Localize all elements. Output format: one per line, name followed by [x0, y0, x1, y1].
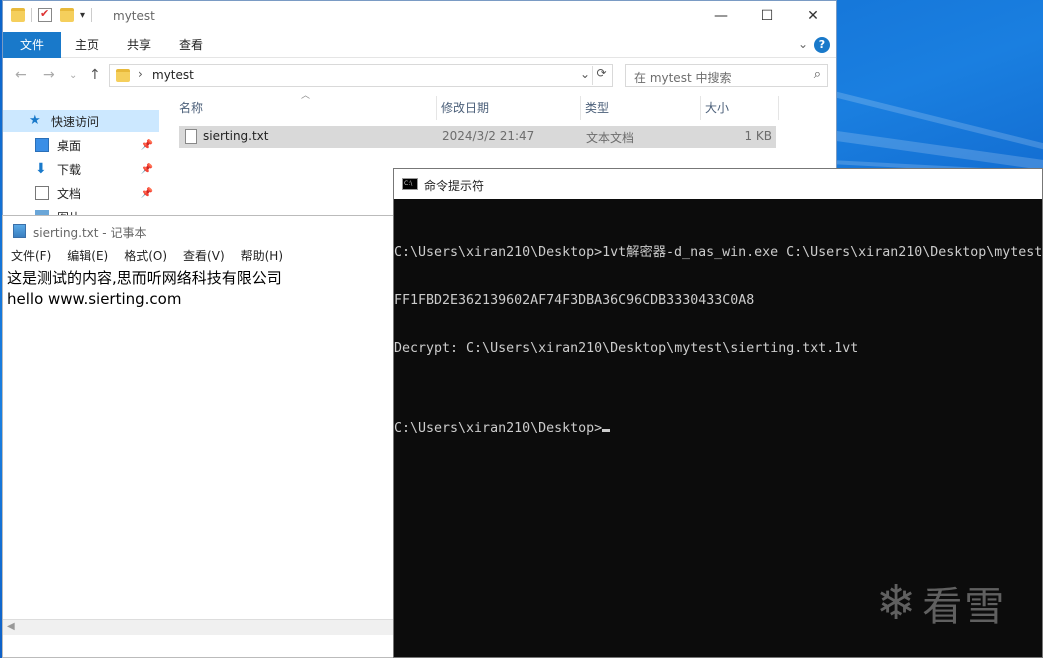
console-prompt: C:\Users\xiran210\Desktop>: [394, 421, 603, 436]
notepad-title: sierting.txt - 记事本: [33, 226, 147, 240]
tab-file[interactable]: 文件: [3, 32, 61, 58]
console-line: Decrypt: C:\Users\xiran210\Desktop\mytes…: [394, 341, 859, 356]
navigation-bar: ← → ⌄ ↑ › mytest ⌄ ⟳ 在 mytest 中搜索 ⌕: [3, 58, 836, 94]
file-modified: 2024/3/2 21:47: [442, 129, 535, 143]
sidebar-item-label: 下载: [57, 162, 82, 177]
menu-view[interactable]: 查看(V): [175, 246, 233, 266]
column-header-name[interactable]: 名称: [163, 96, 437, 120]
document-icon: [35, 186, 49, 200]
desktop-icon: [35, 138, 49, 152]
sidebar-item-quick-access[interactable]: ★ 快速访问: [3, 110, 159, 132]
folder-icon: [11, 8, 25, 22]
menu-format[interactable]: 格式(O): [116, 246, 175, 266]
customize-qat-icon[interactable]: ▾: [80, 10, 85, 21]
column-header-modified[interactable]: 修改日期: [437, 96, 581, 120]
close-button[interactable]: ✕: [790, 1, 836, 31]
file-name: sierting.txt: [203, 129, 269, 143]
cmd-title: 命令提示符: [424, 179, 485, 193]
folder-icon: [116, 69, 130, 82]
column-header-size[interactable]: 大小: [701, 96, 779, 120]
back-icon[interactable]: ←: [15, 67, 27, 83]
console-output[interactable]: C:\Users\xiran210\Desktop>1vt解密器-d_nas_w…: [394, 213, 1042, 469]
quick-access-toolbar: ▾: [11, 7, 98, 22]
file-size: 1 KB: [744, 129, 772, 143]
horizontal-scrollbar[interactable]: ◀: [3, 619, 395, 635]
forward-icon[interactable]: →: [43, 67, 55, 83]
recent-locations-icon[interactable]: ⌄: [69, 70, 77, 81]
command-prompt-window: C:\ 命令提示符 C:\Users\xiran210\Desktop>1vt解…: [393, 168, 1043, 658]
text-line: hello www.sierting.com: [7, 290, 182, 308]
refresh-icon[interactable]: ⟳: [592, 66, 610, 85]
search-icon[interactable]: ⌕: [814, 67, 821, 82]
properties-icon[interactable]: [38, 7, 52, 22]
console-line: C:\Users\xiran210\Desktop>1vt解密器-d_nas_w…: [394, 245, 1042, 260]
sidebar-item-label: 桌面: [57, 138, 82, 153]
file-row[interactable]: sierting.txt 2024/3/2 21:47 文本文档 1 KB: [179, 126, 776, 148]
address-bar[interactable]: › mytest ⌄ ⟳: [109, 64, 613, 87]
snowflake-icon: ❄: [876, 575, 917, 631]
window-controls: — ☐ ✕: [698, 1, 836, 31]
sidebar-item-desktop[interactable]: 桌面 📌: [3, 134, 159, 156]
pin-icon[interactable]: 📌: [141, 140, 153, 151]
tab-view[interactable]: 查看: [165, 32, 217, 58]
text-line: 这是测试的内容,思而听网络科技有限公司: [7, 269, 282, 287]
scroll-left-icon[interactable]: ◀: [7, 621, 15, 632]
star-icon: ★: [29, 113, 41, 128]
menu-file[interactable]: 文件(F): [3, 246, 59, 266]
sidebar-item-downloads[interactable]: ⬇ 下载 📌: [3, 158, 159, 180]
navigation-pane: ★ 快速访问 桌面 📌 ⬇ 下载 📌 文档 📌 图片: [3, 106, 163, 225]
pin-icon[interactable]: 📌: [141, 164, 153, 175]
help-icon[interactable]: ?: [814, 37, 830, 53]
maximize-button[interactable]: ☐: [744, 1, 790, 31]
text-cursor: [602, 429, 611, 432]
notepad-text-area[interactable]: 这是测试的内容,思而听网络科技有限公司 hello www.sierting.c…: [7, 268, 282, 310]
menu-help[interactable]: 帮助(H): [233, 246, 291, 266]
chevron-right-icon[interactable]: ›: [138, 67, 143, 81]
new-folder-icon[interactable]: [60, 8, 74, 22]
notepad-titlebar: sierting.txt - 记事本: [3, 216, 395, 246]
sidebar-item-documents[interactable]: 文档 📌: [3, 182, 159, 204]
window-title: mytest: [113, 9, 155, 23]
download-icon: ⬇: [35, 161, 47, 177]
sidebar-item-label: 文档: [57, 186, 82, 201]
cmd-titlebar: C:\ 命令提示符: [394, 169, 1042, 199]
chevron-down-icon[interactable]: ⌄: [580, 67, 590, 81]
console-icon: C:\: [402, 178, 418, 190]
expand-ribbon-icon[interactable]: ⌄: [798, 37, 808, 51]
notepad-icon: [13, 224, 26, 238]
breadcrumb[interactable]: mytest: [152, 68, 194, 82]
text-file-icon: [185, 129, 197, 144]
up-icon[interactable]: ↑: [89, 67, 101, 83]
search-input[interactable]: 在 mytest 中搜索 ⌕: [625, 64, 828, 87]
console-line: FF1FBD2E362139602AF74F3DBA36C96CDB333043…: [394, 293, 755, 308]
search-placeholder: 在 mytest 中搜索: [634, 71, 732, 85]
explorer-titlebar: ▾ mytest — ☐ ✕: [3, 1, 836, 32]
menu-edit[interactable]: 编辑(E): [59, 246, 116, 266]
notepad-menubar: 文件(F) 编辑(E) 格式(O) 查看(V) 帮助(H): [3, 246, 395, 266]
sidebar-item-label: 快速访问: [51, 114, 100, 129]
console-prompt-line: C:\Users\xiran210\Desktop>: [394, 421, 1042, 437]
column-header-type[interactable]: 类型: [581, 96, 701, 120]
tab-share[interactable]: 共享: [113, 32, 165, 58]
file-type: 文本文档: [586, 131, 635, 145]
ribbon-tabs: 文件 主页 共享 查看 ⌄ ?: [3, 32, 836, 58]
pin-icon[interactable]: 📌: [141, 188, 153, 199]
minimize-button[interactable]: —: [698, 1, 744, 31]
notepad-window: sierting.txt - 记事本 文件(F) 编辑(E) 格式(O) 查看(…: [2, 215, 396, 658]
tab-home[interactable]: 主页: [61, 32, 113, 58]
watermark: ❄ 看雪: [876, 574, 1006, 632]
watermark-text: 看雪: [922, 584, 1007, 630]
